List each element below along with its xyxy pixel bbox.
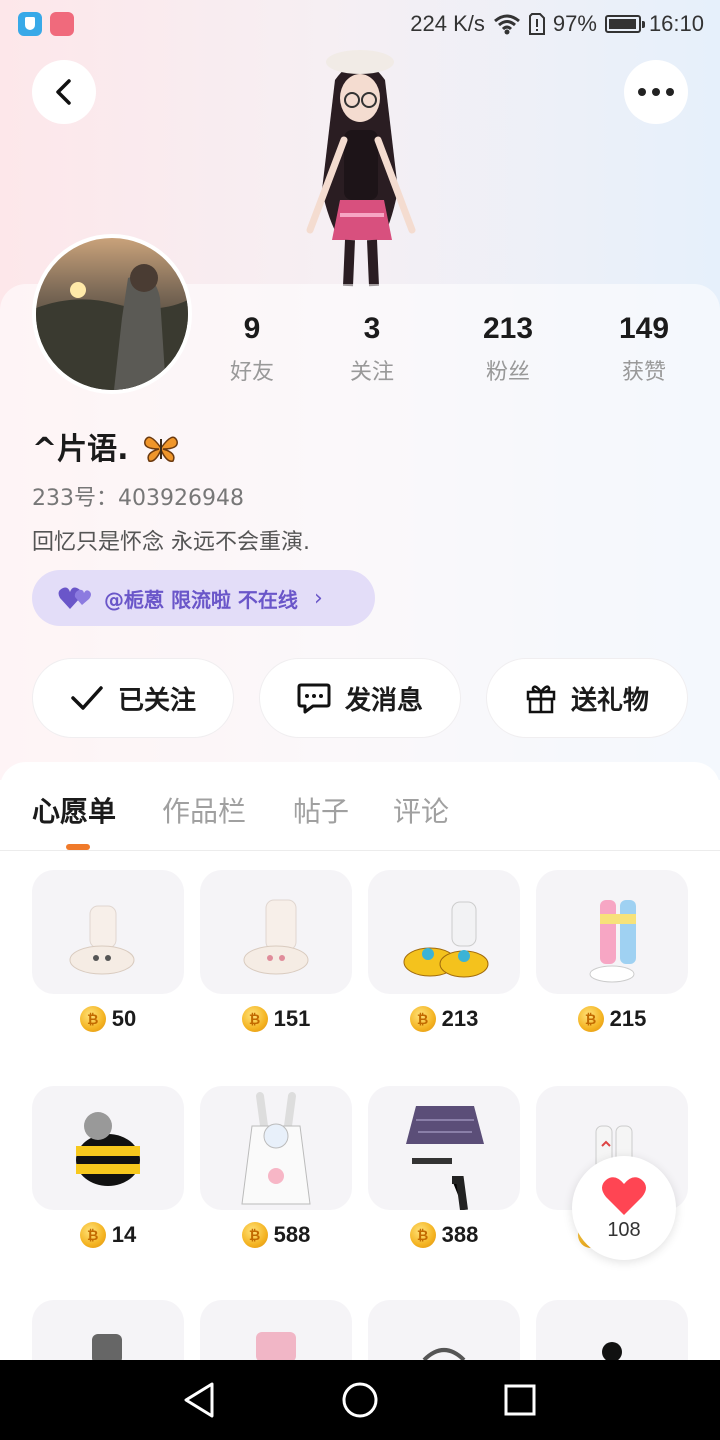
item-price: ₿ 588	[200, 1222, 352, 1248]
partner-badge[interactable]: @栀蒽 限流啦 不在线 ›	[32, 570, 375, 626]
item-price: ₿ 14	[32, 1222, 184, 1248]
wishlist-item[interactable]: ₿ 14	[32, 1086, 184, 1248]
price-value: 50	[111, 1006, 137, 1031]
item-price: ₿ 213	[368, 1006, 520, 1032]
wifi-icon	[493, 14, 520, 35]
price-value: 14	[111, 1222, 137, 1247]
like-button[interactable]: 108	[572, 1156, 676, 1260]
stat-label: 关注	[349, 360, 394, 385]
price-value: 151	[273, 1006, 311, 1031]
system-nav-bar	[0, 1360, 720, 1440]
stat-label: 粉丝	[485, 360, 530, 385]
game-app-icon	[50, 12, 74, 36]
item-price: ₿ 151	[200, 1006, 352, 1032]
wishlist-item[interactable]: ₿ 215	[536, 870, 688, 1032]
tab-works[interactable]: 作品栏	[162, 790, 246, 830]
price-value: 588	[273, 1222, 311, 1247]
item-image	[200, 870, 352, 994]
price-value: 215	[609, 1006, 647, 1031]
stat-value: 9	[243, 312, 261, 345]
coin-icon: ₿	[409, 1006, 436, 1032]
price-value: 213	[441, 1006, 479, 1031]
followed-label: 已关注	[117, 685, 196, 716]
butterfly-icon	[144, 436, 178, 463]
content-panel: 心愿单 作品栏 帖子 评论	[0, 762, 720, 1360]
coin-icon: ₿	[79, 1222, 106, 1248]
stat-value: 213	[482, 312, 534, 345]
wishlist-item[interactable]: ₿ 213	[368, 870, 520, 1032]
battery-icon	[604, 15, 645, 33]
nav-back-icon[interactable]	[180, 1380, 220, 1420]
sunset-photo	[36, 264, 188, 390]
sim-alert-icon	[528, 13, 545, 35]
item-image	[368, 870, 520, 994]
tab-posts[interactable]: 帖子	[293, 790, 349, 830]
stat-label: 好友	[229, 360, 274, 385]
user-bio: 回忆只是怀念 永远不会重演.	[32, 530, 310, 555]
item-image	[536, 870, 688, 994]
item-price: ₿ 215	[536, 1006, 688, 1032]
gift-icon	[526, 685, 556, 714]
more-dots-icon	[638, 88, 674, 96]
item-image	[368, 1086, 520, 1210]
partner-text: @栀蒽 限流啦 不在线	[104, 587, 298, 612]
net-speed: 224 K/s	[410, 11, 485, 36]
price-value: 388	[441, 1222, 479, 1247]
username-text: ^片语.	[32, 432, 129, 467]
stat-value: 3	[363, 312, 381, 345]
followed-button[interactable]: 已关注	[32, 658, 234, 738]
shield-app-icon	[18, 12, 42, 36]
item-image	[200, 1086, 352, 1210]
chevron-left-icon	[56, 79, 71, 105]
username: ^片语.	[32, 424, 179, 468]
check-icon	[71, 686, 103, 710]
chevron-right-icon: ›	[313, 585, 323, 611]
chat-bubble-icon	[297, 683, 331, 714]
stat-likes[interactable]: 149 获赞	[584, 312, 704, 386]
tab-comments[interactable]: 评论	[393, 790, 449, 830]
coin-icon: ₿	[241, 1006, 268, 1032]
back-button[interactable]	[32, 60, 96, 124]
coin-icon: ₿	[409, 1222, 436, 1248]
send-gift-button[interactable]: 送礼物	[486, 658, 688, 738]
item-price: ₿ 388	[368, 1222, 520, 1248]
battery-percent: 97%	[552, 11, 597, 36]
clock: 16:10	[648, 11, 704, 36]
nav-recents-icon[interactable]	[500, 1380, 540, 1420]
stat-fans[interactable]: 213 粉丝	[448, 312, 568, 386]
coin-icon: ₿	[577, 1006, 604, 1032]
coin-icon: ₿	[79, 1006, 106, 1032]
more-options-button[interactable]	[624, 60, 688, 124]
like-count: 108	[607, 1218, 641, 1241]
gift-label: 送礼物	[570, 685, 649, 716]
divider	[0, 850, 720, 851]
double-heart-icon	[58, 587, 91, 609]
profile-avatar[interactable]	[32, 234, 192, 394]
heart-icon	[602, 1176, 646, 1215]
message-label: 发消息	[344, 685, 423, 716]
nav-home-icon[interactable]	[340, 1380, 380, 1420]
avatar-character-image	[306, 50, 416, 287]
wishlist-item[interactable]: ₿ 588	[200, 1086, 352, 1248]
message-button[interactable]: 发消息	[259, 658, 461, 738]
item-image	[32, 1086, 184, 1210]
profile-stats: 9 好友 3 关注 213 粉丝 149 获赞	[190, 312, 720, 392]
stat-friends[interactable]: 9 好友	[192, 312, 312, 386]
coin-icon: ₿	[241, 1222, 268, 1248]
stat-following[interactable]: 3 关注	[312, 312, 432, 386]
wishlist-item[interactable]: ₿ 151	[200, 870, 352, 1032]
stat-value: 149	[618, 312, 670, 345]
wishlist-item[interactable]: ₿ 50	[32, 870, 184, 1032]
tab-wishlist[interactable]: 心愿单	[32, 790, 116, 830]
user-id: 233号：403926948	[32, 486, 244, 511]
item-image	[32, 870, 184, 994]
stat-label: 获赞	[621, 360, 666, 385]
wishlist-item[interactable]: ₿ 388	[368, 1086, 520, 1248]
item-price: ₿ 50	[32, 1006, 184, 1032]
